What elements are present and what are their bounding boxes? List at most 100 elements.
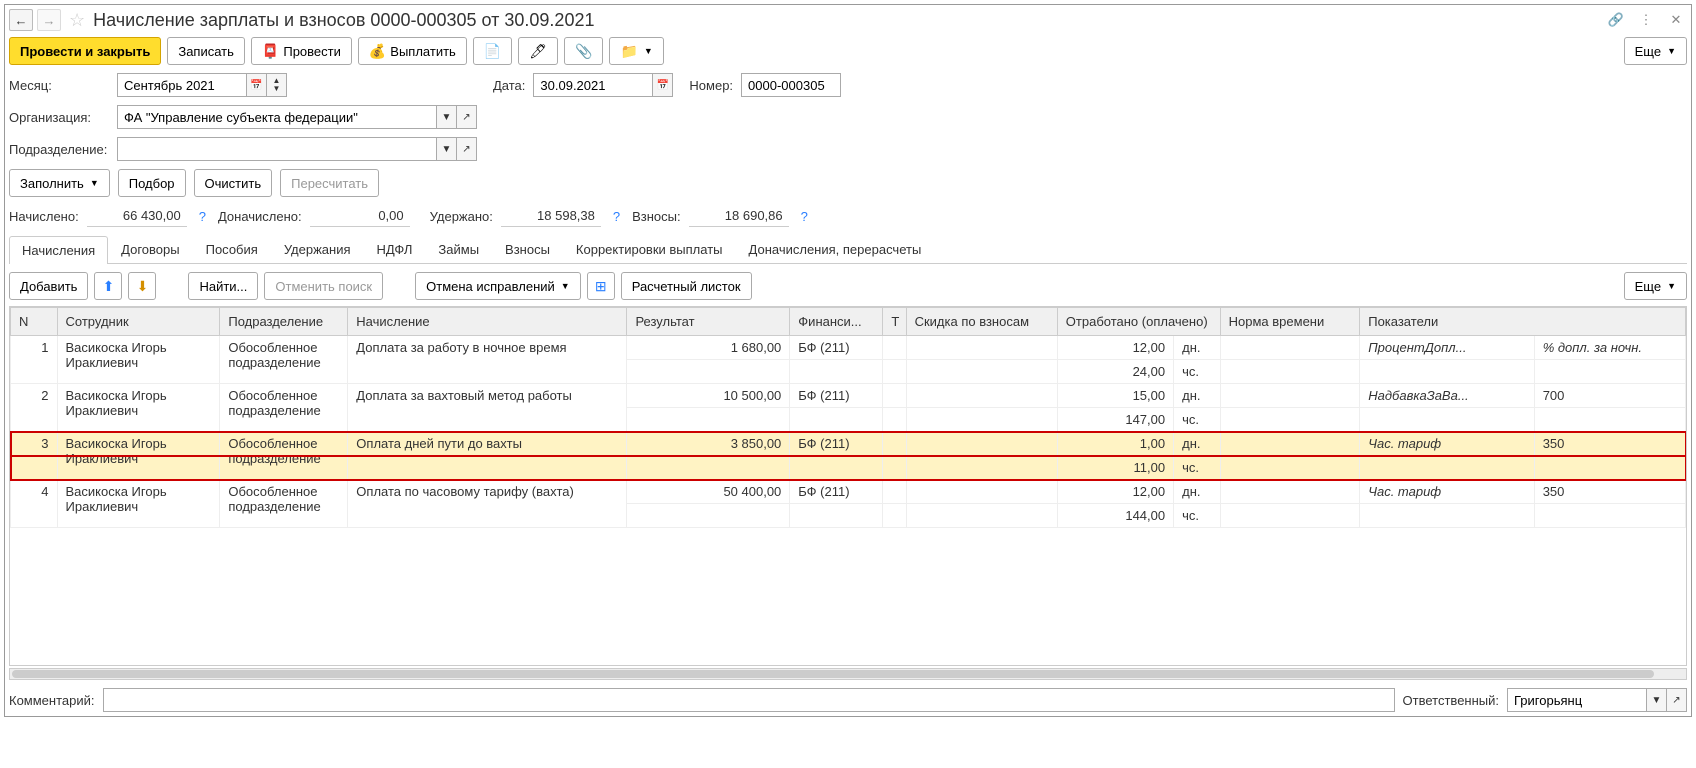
post-icon: 📮	[262, 43, 279, 60]
responsible-label: Ответственный:	[1403, 693, 1499, 708]
pay-icon: 💰	[369, 43, 386, 60]
withheld-value: 18 598,38	[501, 205, 601, 227]
number-input[interactable]	[741, 73, 841, 97]
comment-input[interactable]	[103, 688, 1395, 712]
dropdown-icon[interactable]: ▼	[437, 105, 457, 129]
window-title: Начисление зарплаты и взносов 0000-00030…	[93, 10, 1601, 31]
nav-forward-button[interactable]: →	[37, 9, 61, 31]
extra-value: 0,00	[310, 205, 410, 227]
col-t[interactable]: Т	[883, 308, 906, 336]
post-and-close-button[interactable]: Провести и закрыть	[9, 37, 161, 65]
accruals-table[interactable]: N Сотрудник Подразделение Начисление Рез…	[9, 306, 1687, 666]
accrued-label: Начислено:	[9, 209, 79, 224]
month-input[interactable]	[117, 73, 247, 97]
link-icon[interactable]: 🔗	[1605, 9, 1627, 31]
add-button[interactable]: Добавить	[9, 272, 88, 300]
tab-bar: Начисления Договоры Пособия Удержания НД…	[9, 235, 1687, 264]
close-icon[interactable]: ✕	[1665, 9, 1687, 31]
write-button[interactable]: Записать	[167, 37, 245, 65]
table-row[interactable]: 3 Васикоска Игорь Ираклиевич Обособленно…	[11, 432, 1686, 456]
recalc-button[interactable]: Пересчитать	[280, 169, 379, 197]
table-row[interactable]: 2 Васикоска Игорь Ираклиевич Обособленно…	[11, 384, 1686, 408]
tab-more-button[interactable]: Еще▼	[1624, 272, 1687, 300]
tab-contracts[interactable]: Договоры	[108, 235, 192, 263]
month-spinner[interactable]: ▲▼	[267, 73, 287, 97]
post-button[interactable]: 📮Провести	[251, 37, 352, 65]
col-dept[interactable]: Подразделение	[220, 308, 348, 336]
dropdown-icon[interactable]: ▼	[1647, 688, 1667, 712]
tab-loans[interactable]: Займы	[425, 235, 492, 263]
col-norm[interactable]: Норма времени	[1220, 308, 1360, 336]
find-button[interactable]: Найти...	[188, 272, 258, 300]
dept-label: Подразделение:	[9, 142, 109, 157]
cancel-search-button[interactable]: Отменить поиск	[264, 272, 383, 300]
chevron-down-icon: ▼	[644, 46, 653, 56]
tab-accruals[interactable]: Начисления	[9, 236, 108, 264]
col-employee[interactable]: Сотрудник	[57, 308, 220, 336]
help-icon[interactable]: ?	[613, 209, 620, 224]
help-icon[interactable]: ?	[801, 209, 808, 224]
open-icon[interactable]: ↗	[1667, 688, 1687, 712]
accrued-value: 66 430,00	[87, 205, 187, 227]
pay-button[interactable]: 💰Выплатить	[358, 37, 467, 65]
chevron-down-icon: ▼	[90, 178, 99, 188]
tab-benefits[interactable]: Пособия	[193, 235, 271, 263]
paperclip-icon: 📎	[575, 43, 592, 60]
clear-button[interactable]: Очистить	[194, 169, 273, 197]
folder-icon: 📁	[620, 43, 637, 60]
number-label: Номер:	[689, 78, 733, 93]
col-worked[interactable]: Отработано (оплачено)	[1057, 308, 1220, 336]
folder-button[interactable]: 📁▼	[609, 37, 663, 65]
responsible-input[interactable]	[1507, 688, 1647, 712]
dropdown-icon[interactable]: ▼	[437, 137, 457, 161]
nav-back-button[interactable]: ←	[9, 9, 33, 31]
table-row[interactable]: 4 Васикоска Игорь Ираклиевич Обособленно…	[11, 480, 1686, 504]
attach-button[interactable]: 📎	[564, 37, 603, 65]
fill-button[interactable]: Заполнить▼	[9, 169, 110, 197]
calendar-icon[interactable]: 📅	[653, 73, 673, 97]
chevron-down-icon: ▼	[561, 281, 570, 291]
contrib-label: Взносы:	[632, 209, 681, 224]
report-icon: 📄	[484, 43, 501, 60]
report-button[interactable]: 📄	[473, 37, 512, 65]
col-accrual[interactable]: Начисление	[348, 308, 627, 336]
dept-input[interactable]	[117, 137, 437, 161]
month-label: Месяц:	[9, 78, 109, 93]
tab-deductions[interactable]: Удержания	[271, 235, 364, 263]
tab-ndfl[interactable]: НДФЛ	[364, 235, 426, 263]
col-financing[interactable]: Финанси...	[790, 308, 883, 336]
contrib-value: 18 690,86	[689, 205, 789, 227]
print-icon: 🖊	[529, 43, 547, 60]
more-button[interactable]: Еще▼	[1624, 37, 1687, 65]
col-discount[interactable]: Скидка по взносам	[906, 308, 1057, 336]
select-button[interactable]: Подбор	[118, 169, 186, 197]
open-icon[interactable]: ↗	[457, 137, 477, 161]
grid-settings-button[interactable]: ⊞	[587, 272, 615, 300]
extra-label: Доначислено:	[218, 209, 302, 224]
col-n[interactable]: N	[11, 308, 58, 336]
horizontal-scrollbar[interactable]	[9, 668, 1687, 680]
chevron-down-icon: ▼	[1667, 46, 1676, 56]
kebab-menu-icon[interactable]: ⋮	[1635, 9, 1657, 31]
payslip-button[interactable]: Расчетный листок	[621, 272, 752, 300]
print-button[interactable]: 🖊	[518, 37, 558, 65]
col-result[interactable]: Результат	[627, 308, 790, 336]
comment-label: Комментарий:	[9, 693, 95, 708]
withheld-label: Удержано:	[430, 209, 493, 224]
calendar-icon[interactable]: 📅	[247, 73, 267, 97]
tab-corrections[interactable]: Корректировки выплаты	[563, 235, 736, 263]
cancel-fix-button[interactable]: Отмена исправлений▼	[415, 272, 581, 300]
move-down-button[interactable]: ⬇	[128, 272, 156, 300]
tab-contributions[interactable]: Взносы	[492, 235, 563, 263]
help-icon[interactable]: ?	[199, 209, 206, 224]
open-icon[interactable]: ↗	[457, 105, 477, 129]
date-label: Дата:	[493, 78, 525, 93]
favorite-icon[interactable]: ☆	[69, 10, 85, 31]
tab-recalculations[interactable]: Доначисления, перерасчеты	[736, 235, 935, 263]
date-input[interactable]	[533, 73, 653, 97]
col-indicators[interactable]: Показатели	[1360, 308, 1686, 336]
org-label: Организация:	[9, 110, 109, 125]
org-input[interactable]	[117, 105, 437, 129]
move-up-button[interactable]: ⬆	[94, 272, 122, 300]
table-row[interactable]: 1 Васикоска Игорь Ираклиевич Обособленно…	[11, 336, 1686, 360]
